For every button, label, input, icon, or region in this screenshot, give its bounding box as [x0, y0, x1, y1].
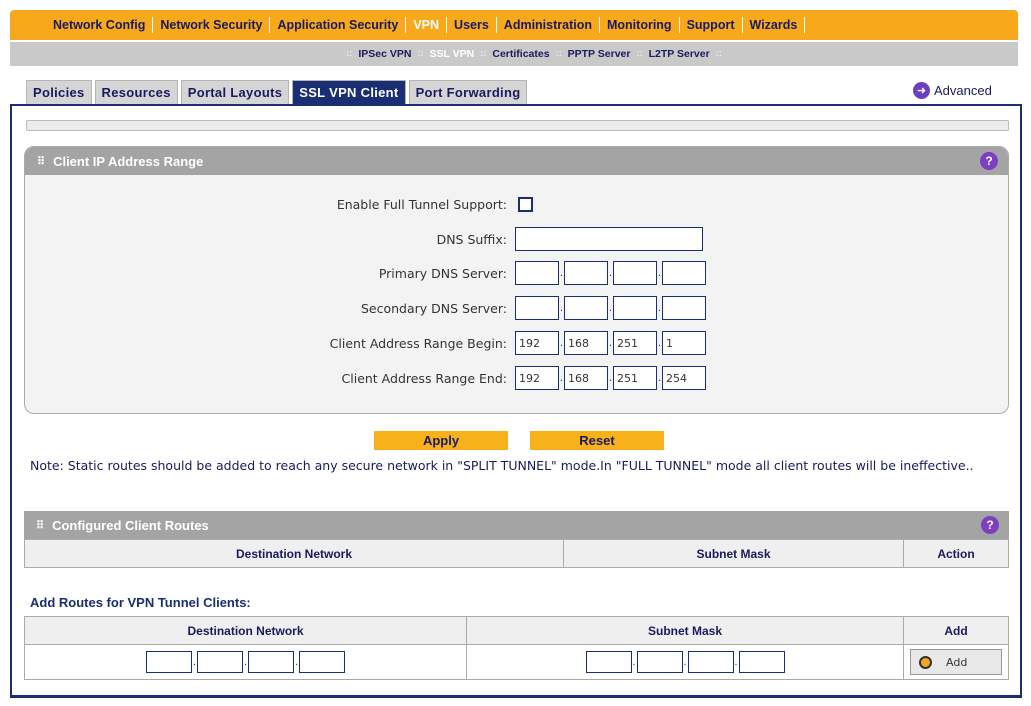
add-button-label: Add	[946, 655, 968, 669]
primary-dns-octet-4[interactable]	[662, 261, 706, 285]
dns-suffix-label: DNS Suffix:	[436, 231, 507, 247]
secondary-dns-octet-1[interactable]	[515, 296, 559, 320]
nav-users[interactable]: Users	[447, 17, 497, 33]
range-end-label: Client Address Range End:	[341, 370, 507, 386]
subnav-ipsec-vpn[interactable]: IPSec VPN	[358, 48, 411, 60]
subnet-mask-input: . . .	[585, 651, 785, 673]
primary-dns-label: Primary DNS Server:	[378, 265, 507, 281]
tab-policies[interactable]: Policies	[26, 80, 92, 104]
subnav-pptp-server[interactable]: PPTP Server	[568, 48, 631, 60]
full-tunnel-checkbox[interactable]	[518, 197, 533, 212]
column-header-destination-network: Destination Network	[24, 616, 467, 645]
grip-icon: ⠿	[37, 155, 46, 168]
tab-ssl-vpn-client[interactable]: SSL VPN Client	[292, 80, 406, 104]
help-icon[interactable]: ?	[980, 152, 998, 170]
range-end-row: Client Address Range End: 192. 168. 251.…	[215, 366, 706, 390]
tab-resources[interactable]: Resources	[94, 80, 178, 104]
range-begin-octet-3[interactable]: 251	[613, 331, 657, 355]
column-header-subnet-mask: Subnet Mask	[466, 616, 904, 645]
destination-octet-4[interactable]	[299, 651, 345, 673]
sub-nav-separator: ::	[555, 49, 562, 59]
subnav-l2tp-server[interactable]: L2TP Server	[649, 48, 710, 60]
nav-network-config[interactable]: Network Config	[46, 17, 154, 33]
destination-octet-1[interactable]	[146, 651, 192, 673]
column-header-subnet-mask: Subnet Mask	[563, 539, 904, 568]
sub-nav-separator: ::	[636, 49, 643, 59]
secondary-dns-label: Secondary DNS Server:	[360, 300, 507, 316]
nav-network-security[interactable]: Network Security	[153, 17, 271, 33]
range-begin-row: Client Address Range Begin: 192. 168. 25…	[215, 331, 706, 355]
tab-port-forwarding[interactable]: Port Forwarding	[408, 80, 528, 104]
range-end-octet-1[interactable]: 192	[515, 366, 559, 390]
help-icon[interactable]: ?	[981, 516, 999, 534]
sub-nav-separator: ::	[480, 49, 487, 59]
secondary-dns-row: Secondary DNS Server: . . .	[215, 296, 706, 320]
secondary-dns-octet-4[interactable]	[662, 296, 706, 320]
secondary-dns-octet-2[interactable]	[564, 296, 608, 320]
advanced-label: Advanced	[934, 83, 992, 98]
full-tunnel-row: Enable Full Tunnel Support:	[215, 197, 533, 212]
range-end-octet-4[interactable]: 254	[662, 366, 706, 390]
sub-nav-separator: ::	[715, 49, 722, 59]
sub-nav-separator: ::	[417, 49, 424, 59]
subnet-octet-4[interactable]	[738, 651, 785, 673]
arrow-right-icon: ➜	[913, 82, 930, 99]
column-header-destination-network: Destination Network	[24, 539, 564, 568]
destination-network-cell: . . .	[24, 644, 467, 680]
primary-dns-octet-1[interactable]	[515, 261, 559, 285]
section-header: ⠿ Client IP Address Range ?	[25, 147, 1008, 175]
tab-bar: Policies Resources Portal Layouts SSL VP…	[26, 80, 528, 104]
destination-network-input: . . .	[146, 651, 345, 673]
tab-portal-layouts[interactable]: Portal Layouts	[180, 80, 290, 104]
dns-suffix-row: DNS Suffix:	[215, 227, 703, 251]
grip-icon: ⠿	[36, 519, 45, 532]
destination-octet-2[interactable]	[197, 651, 243, 673]
nav-administration[interactable]: Administration	[497, 17, 600, 33]
content-frame: ⠿ Client IP Address Range ? Enable Full …	[10, 104, 1022, 698]
column-header-add: Add	[903, 616, 1009, 645]
range-begin-label: Client Address Range Begin:	[329, 335, 507, 351]
nav-wizards[interactable]: Wizards	[743, 17, 806, 33]
subnet-mask-cell: . . .	[466, 644, 904, 680]
subnav-certificates[interactable]: Certificates	[492, 48, 549, 60]
status-bar	[26, 120, 1009, 131]
client-ip-section: ⠿ Client IP Address Range ? Enable Full …	[24, 146, 1009, 414]
nav-vpn[interactable]: VPN	[406, 17, 448, 33]
apply-button[interactable]: Apply	[374, 431, 508, 450]
range-begin-octet-4[interactable]: 1	[662, 331, 706, 355]
subnet-octet-3[interactable]	[687, 651, 734, 673]
nav-monitoring[interactable]: Monitoring	[600, 17, 680, 33]
range-begin-octet-1[interactable]: 192	[515, 331, 559, 355]
primary-dns-row: Primary DNS Server: . . .	[215, 261, 706, 285]
nav-application-security[interactable]: Application Security	[270, 17, 407, 33]
range-end-octet-3[interactable]: 251	[613, 366, 657, 390]
section-title: Client IP Address Range	[53, 153, 204, 169]
advanced-link[interactable]: ➜ Advanced	[913, 82, 992, 99]
subnet-octet-2[interactable]	[636, 651, 683, 673]
add-route-button[interactable]: Add	[910, 649, 1002, 675]
top-nav: Network Config Network Security Applicat…	[10, 10, 1018, 40]
configured-routes-title: Configured Client Routes	[52, 517, 209, 533]
sub-nav: :: IPSec VPN :: SSL VPN :: Certificates …	[10, 42, 1018, 66]
subnav-ssl-vpn[interactable]: SSL VPN	[430, 48, 475, 60]
full-tunnel-label: Enable Full Tunnel Support:	[336, 197, 507, 212]
range-begin-octet-2[interactable]: 168	[564, 331, 608, 355]
reset-button[interactable]: Reset	[530, 431, 664, 450]
add-icon	[919, 655, 932, 669]
primary-dns-octet-2[interactable]	[564, 261, 608, 285]
add-routes-title: Add Routes for VPN Tunnel Clients:	[30, 595, 251, 610]
primary-dns-octet-3[interactable]	[613, 261, 657, 285]
destination-octet-3[interactable]	[248, 651, 294, 673]
range-end-octet-2[interactable]: 168	[564, 366, 608, 390]
subnet-octet-1[interactable]	[585, 651, 632, 673]
nav-support[interactable]: Support	[680, 17, 743, 33]
dns-suffix-input[interactable]	[515, 227, 703, 251]
routes-note: Note: Static routes should be added to r…	[30, 458, 974, 473]
add-cell: Add	[903, 644, 1009, 680]
secondary-dns-octet-3[interactable]	[613, 296, 657, 320]
configured-routes-header: ⠿ Configured Client Routes ?	[24, 511, 1009, 539]
sub-nav-separator: ::	[346, 49, 353, 59]
column-header-action: Action	[903, 539, 1009, 568]
